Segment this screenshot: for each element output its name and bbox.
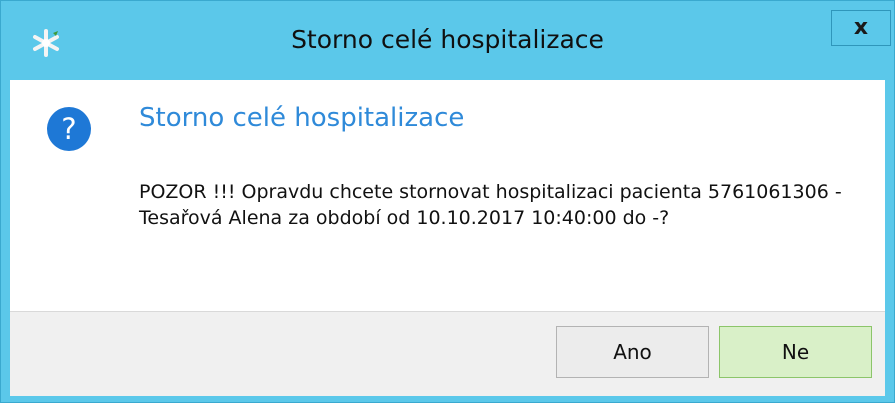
dialog-content: ? Storno celé hospitalizace POZOR !!! Op…: [10, 80, 885, 311]
question-icon: ?: [47, 107, 91, 151]
close-button[interactable]: x: [831, 10, 891, 46]
window-title: Storno celé hospitalizace: [291, 25, 604, 54]
dialog-window: Storno celé hospitalizace x ? Storno cel…: [0, 0, 895, 403]
message-text: POZOR !!! Opravdu chcete stornovat hospi…: [139, 181, 842, 229]
title-bar[interactable]: Storno celé hospitalizace x: [1, 1, 894, 80]
button-bar: Ano Ne: [10, 311, 885, 396]
yes-button[interactable]: Ano: [556, 326, 709, 378]
no-button[interactable]: Ne: [719, 326, 872, 378]
main-instruction: Storno celé hospitalizace: [139, 103, 465, 133]
